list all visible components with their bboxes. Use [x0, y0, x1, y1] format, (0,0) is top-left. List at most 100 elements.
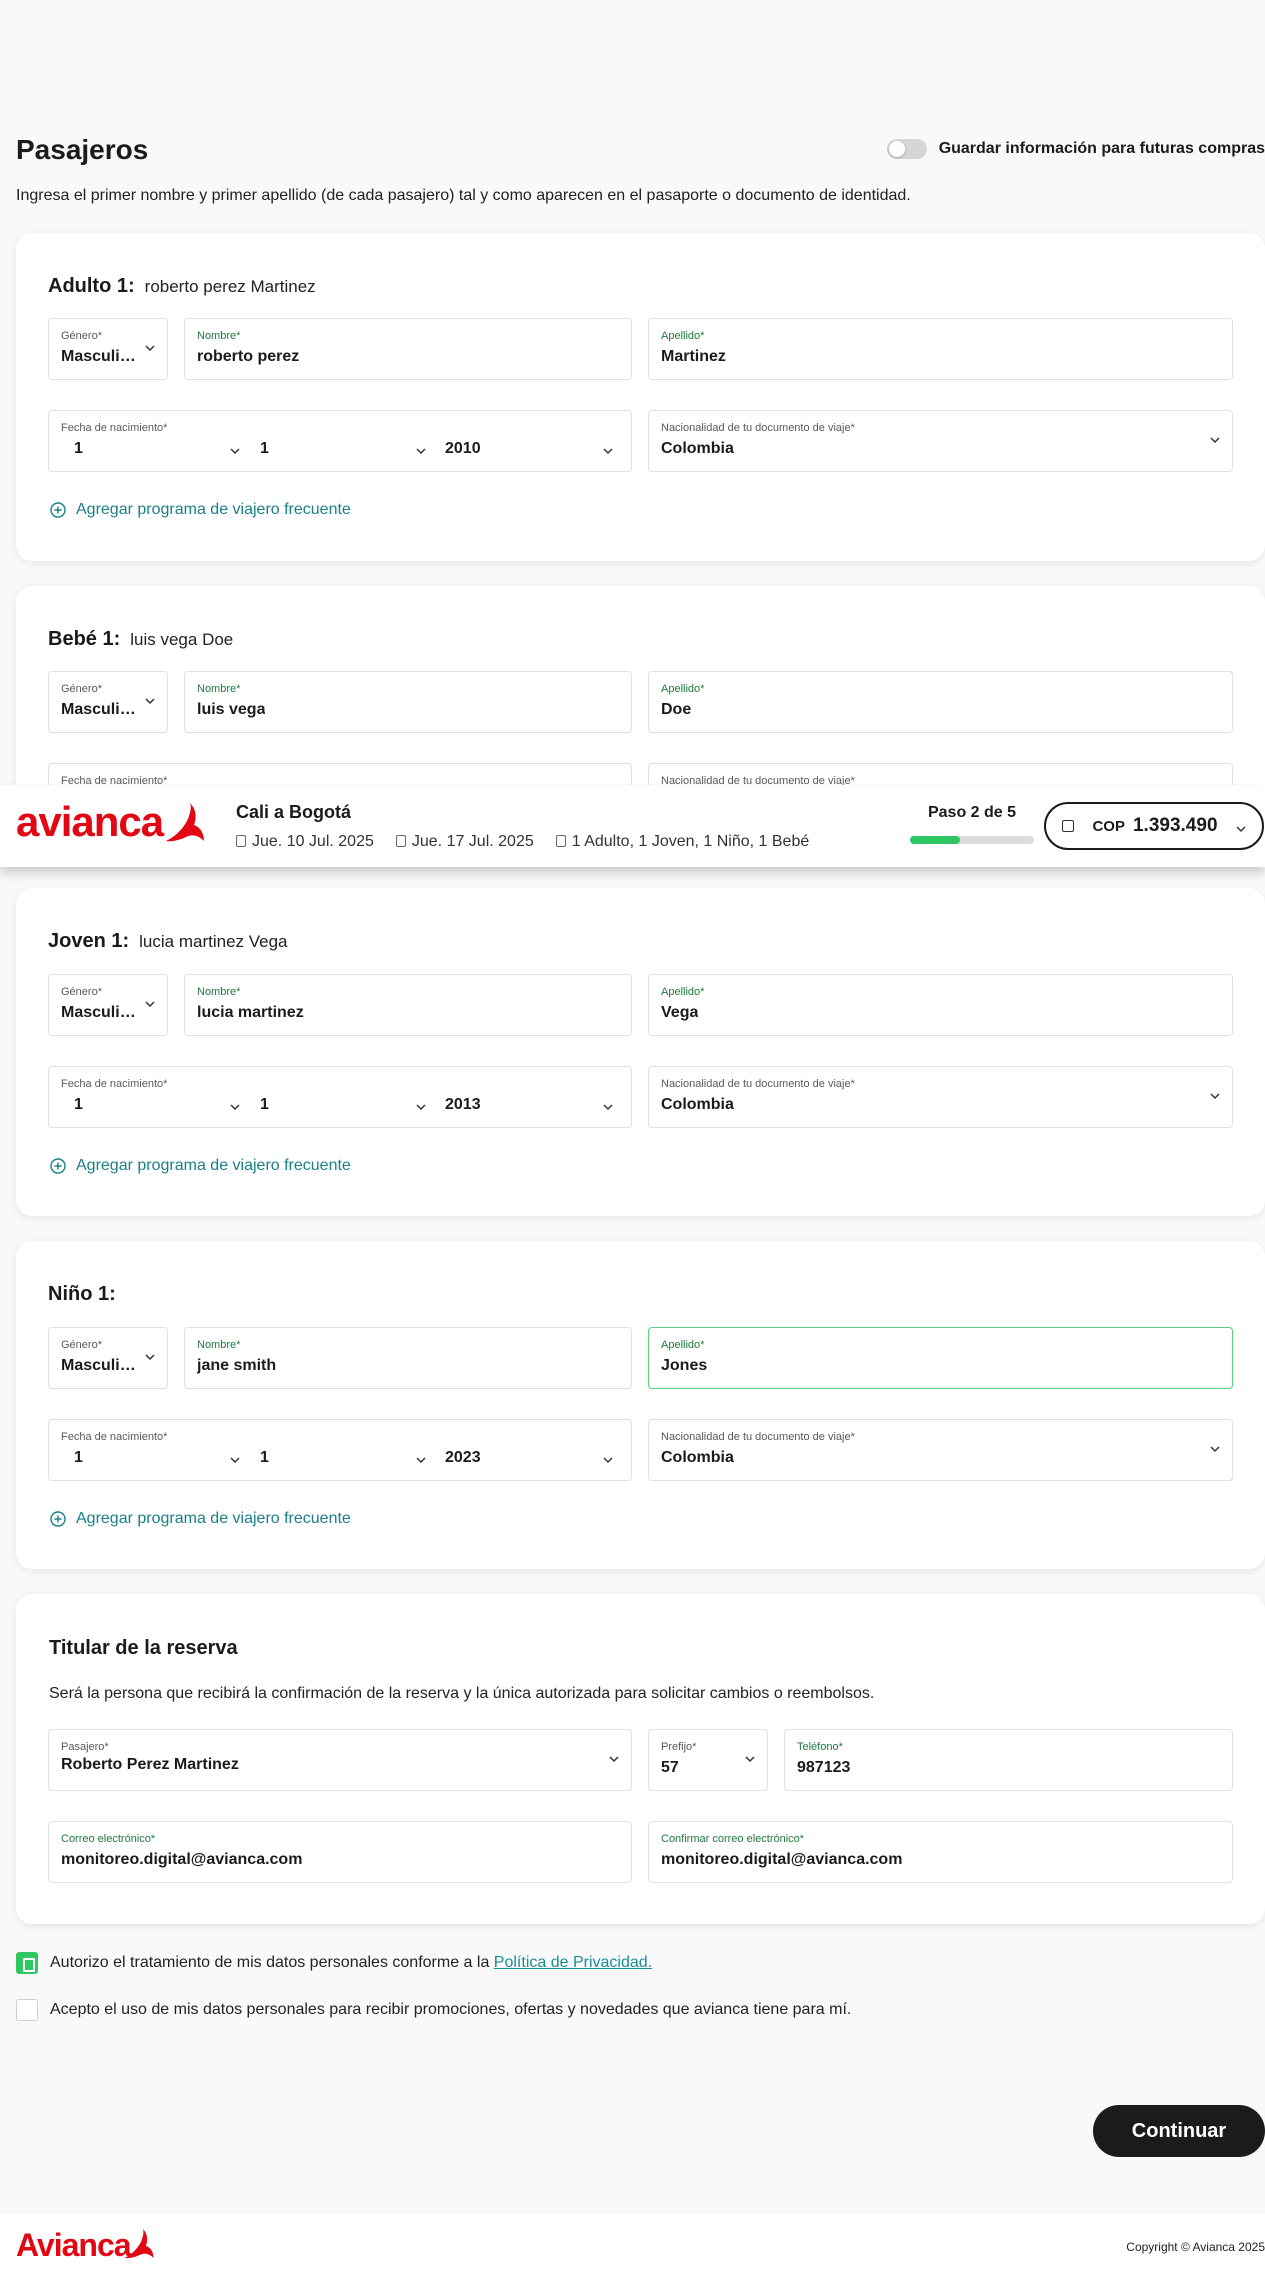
chevron-down-icon	[1210, 1091, 1220, 1101]
dob-month-select[interactable]: 1	[260, 440, 269, 458]
save-info-toggle-group: Guardar información para futuras compras	[886, 139, 1265, 159]
dob-field: Fecha de nacimiento* 1 1 2013	[48, 1066, 632, 1128]
booking-holder-card: Titular de la reserva Será la persona qu…	[16, 1594, 1265, 1924]
gender-value: Masculi…	[61, 701, 136, 718]
price-summary-button[interactable]: COP 1.393.490	[1044, 802, 1264, 850]
chevron-down-icon	[603, 1455, 613, 1465]
chevron-down-icon	[145, 696, 155, 706]
privacy-consent-label: Autorizo el tratamiento de mis datos per…	[50, 1954, 490, 1971]
nationality-select[interactable]: Nacionalidad de tu documento de viaje* C…	[648, 1419, 1233, 1481]
outbound-date: Jue. 10 Jul. 2025	[236, 833, 374, 851]
chevron-down-icon	[603, 446, 613, 456]
holder-passenger-select[interactable]: Pasajero* Roberto Perez Martinez	[48, 1729, 632, 1791]
passenger-heading: Joven 1: lucia martinez Vega	[48, 930, 288, 953]
passenger-type: Adulto 1:	[48, 275, 135, 297]
phone-prefix-select[interactable]: Prefijo* 57	[648, 1729, 768, 1791]
add-ffp-link[interactable]: Agregar programa de viajero frecuente	[50, 1157, 351, 1175]
add-ffp-link[interactable]: Agregar programa de viajero frecuente	[50, 501, 351, 519]
email-field[interactable]: Correo electrónico* monitoreo.digital@av…	[48, 1821, 632, 1883]
passenger-display-name: lucia martinez Vega	[139, 932, 288, 951]
avianca-bird-icon	[123, 2227, 155, 2268]
first-name-field[interactable]: Nombre* jane smith	[184, 1327, 632, 1389]
privacy-consent-checkbox[interactable]	[16, 1952, 38, 1974]
first-name-field[interactable]: Nombre* roberto perez	[184, 318, 632, 380]
last-name-value: Jones	[661, 1357, 708, 1374]
phone-label: Teléfono*	[797, 1741, 843, 1753]
last-name-field[interactable]: Apellido* Jones	[648, 1327, 1233, 1389]
continue-button[interactable]: Continuar	[1093, 2105, 1265, 2157]
nationality-select[interactable]: Nacionalidad de tu documento de viaje* C…	[648, 1066, 1233, 1128]
dob-month-select[interactable]: 1	[260, 1096, 269, 1114]
gender-select[interactable]: Género* Masculi…	[48, 1327, 168, 1389]
step-progress-bar	[910, 836, 1034, 844]
gender-select[interactable]: Género* Masculi…	[48, 671, 168, 733]
return-date: Jue. 17 Jul. 2025	[395, 833, 534, 851]
return-date-text: Jue. 17 Jul. 2025	[411, 833, 534, 850]
first-name-label: Nombre*	[197, 986, 241, 998]
cart-icon	[1062, 820, 1075, 832]
calendar-icon	[395, 835, 406, 847]
holder-description: Será la persona que recibirá la confirma…	[49, 1685, 875, 1702]
dob-month-select[interactable]: 1	[260, 1449, 269, 1467]
last-name-field[interactable]: Apellido* Martinez	[648, 318, 1233, 380]
phone-field[interactable]: Teléfono* 987123	[784, 1729, 1233, 1791]
passenger-display-name: luis vega Doe	[130, 630, 234, 649]
chevron-down-icon	[416, 1102, 426, 1112]
first-name-value: jane smith	[197, 1357, 277, 1374]
nationality-value: Colombia	[661, 1449, 734, 1466]
gender-select[interactable]: Género* Masculi…	[48, 318, 168, 380]
last-name-field[interactable]: Apellido* Doe	[648, 671, 1233, 733]
passenger-type: Joven 1:	[48, 930, 130, 952]
last-name-field[interactable]: Apellido* Vega	[648, 974, 1233, 1036]
confirm-email-field[interactable]: Confirmar correo electrónico* monitoreo.…	[648, 1821, 1233, 1883]
dob-day-select[interactable]: 1	[74, 1096, 83, 1114]
outbound-date-text: Jue. 10 Jul. 2025	[252, 833, 374, 850]
nationality-label: Nacionalidad de tu documento de viaje*	[661, 422, 855, 434]
gender-label: Género*	[61, 986, 102, 998]
dob-day-select[interactable]: 1	[74, 1449, 83, 1467]
price-currency: COP	[1092, 817, 1125, 835]
dob-field: Fecha de nacimiento* 1 1 2023	[48, 1419, 632, 1481]
promo-consent: Acepto el uso de mis datos personales pa…	[16, 1999, 851, 2021]
footer-logo: Avianca	[16, 2227, 132, 2263]
plus-circle-icon	[50, 1158, 66, 1174]
gender-label: Género*	[61, 1339, 102, 1351]
phone-value: 987123	[797, 1759, 851, 1776]
privacy-policy-link[interactable]: Política de Privacidad.	[494, 1954, 652, 1971]
add-ffp-label: Agregar programa de viajero frecuente	[76, 501, 351, 518]
add-ffp-link[interactable]: Agregar programa de viajero frecuente	[50, 1510, 351, 1528]
nationality-select[interactable]: Nacionalidad de tu documento de viaje* C…	[648, 410, 1233, 472]
passenger-summary-text: 1 Adulto, 1 Joven, 1 Niño, 1 Bebé	[571, 833, 810, 850]
nationality-label: Nacionalidad de tu documento de viaje*	[661, 1078, 855, 1090]
dob-day-select[interactable]: 1	[74, 440, 83, 458]
chevron-down-icon	[1210, 1444, 1220, 1454]
chevron-down-icon	[230, 446, 240, 456]
save-info-label: Guardar información para futuras compras	[938, 140, 1265, 157]
chevron-down-icon	[145, 1352, 155, 1362]
person-icon	[555, 835, 566, 847]
promo-consent-checkbox[interactable]	[16, 1999, 38, 2021]
chevron-down-icon	[1210, 435, 1220, 445]
dob-year-select[interactable]: 2023	[445, 1449, 481, 1467]
passenger-card-adult: Adulto 1: roberto perez Martinez Género*…	[16, 233, 1265, 561]
first-name-label: Nombre*	[197, 1339, 241, 1351]
add-ffp-label: Agregar programa de viajero frecuente	[76, 1510, 351, 1527]
plus-circle-icon	[50, 502, 66, 518]
dob-label: Fecha de nacimiento*	[61, 1078, 168, 1090]
holder-title: Titular de la reserva	[49, 1637, 238, 1659]
save-info-toggle[interactable]	[886, 139, 927, 159]
first-name-value: lucia martinez	[197, 1004, 304, 1021]
phone-prefix-value: 57	[661, 1759, 679, 1776]
holder-passenger-value: Roberto Perez Martinez	[61, 1756, 239, 1773]
gender-select[interactable]: Género* Masculi…	[48, 974, 168, 1036]
chevron-down-icon	[145, 999, 155, 1009]
first-name-label: Nombre*	[197, 683, 241, 695]
first-name-field[interactable]: Nombre* lucia martinez	[184, 974, 632, 1036]
privacy-consent-text: Autorizo el tratamiento de mis datos per…	[50, 1954, 652, 1972]
dob-year-select[interactable]: 2010	[445, 440, 481, 458]
first-name-field[interactable]: Nombre* luis vega	[184, 671, 632, 733]
passenger-heading: Bebé 1: luis vega Doe	[48, 628, 233, 651]
dob-year-select[interactable]: 2013	[445, 1096, 481, 1114]
route-title: Cali a Bogotá	[236, 802, 352, 822]
passenger-summary: 1 Adulto, 1 Joven, 1 Niño, 1 Bebé	[555, 833, 810, 851]
